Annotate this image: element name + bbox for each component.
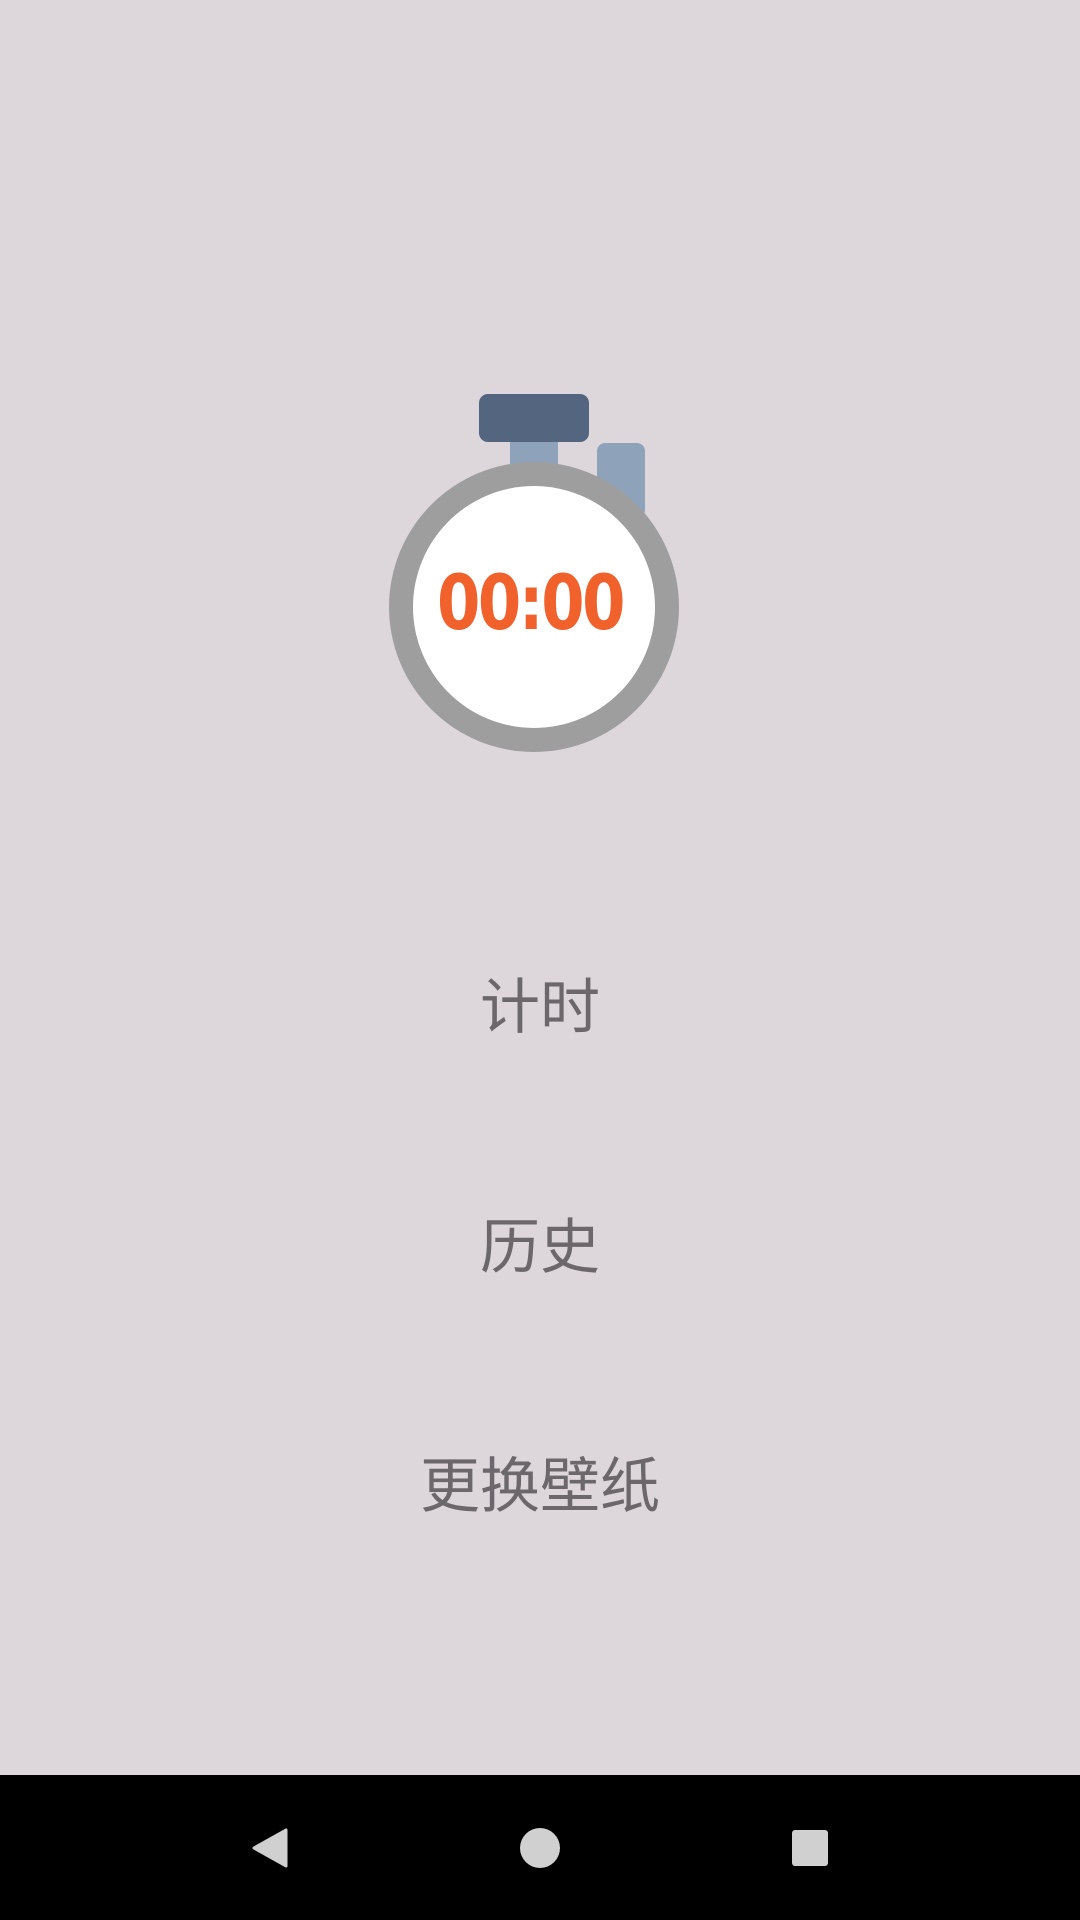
app-screen: 00:00 计时 历史 更换壁纸 <box>0 0 1080 1775</box>
back-button[interactable] <box>225 1803 315 1893</box>
back-triangle-icon <box>252 1828 288 1868</box>
stopwatch-illustration: 00:00 <box>385 390 685 760</box>
change-wallpaper-menu-item[interactable]: 更换壁纸 <box>0 1447 1080 1527</box>
stopwatch-crown <box>479 394 589 442</box>
recents-square-icon <box>792 1830 828 1866</box>
home-button[interactable] <box>495 1803 585 1893</box>
timing-menu-item[interactable]: 计时 <box>0 968 1080 1048</box>
timer-display: 00:00 <box>436 558 626 647</box>
history-menu-item[interactable]: 历史 <box>0 1208 1080 1288</box>
recents-button[interactable] <box>765 1803 855 1893</box>
home-circle-icon <box>520 1828 560 1868</box>
system-navigation-bar <box>0 1775 1080 1920</box>
